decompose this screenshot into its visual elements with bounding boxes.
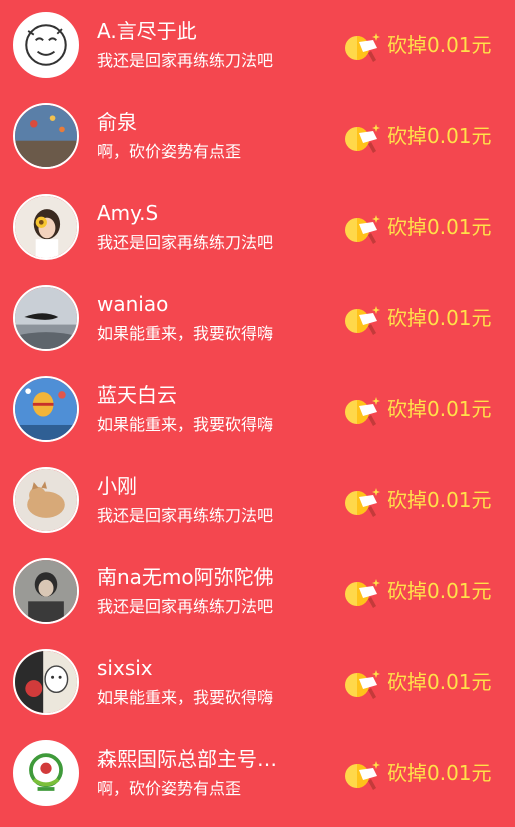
user-message: 如果能重来，我要砍得嗨 (97, 688, 274, 707)
knife-icon (343, 212, 383, 248)
knife-icon (343, 667, 383, 703)
list-item[interactable]: 小刚 我还是回家再练练刀法吧 砍掉0.01元 (0, 455, 515, 546)
user-message: 啊，砍价姿势有点歪 (97, 779, 242, 798)
user-message: 我还是回家再练练刀法吧 (97, 506, 274, 525)
knife-icon (343, 576, 383, 612)
knife-icon (343, 485, 383, 521)
balloon-landscape-avatar[interactable] (13, 103, 79, 169)
cat-avatar[interactable] (13, 467, 79, 533)
list-item[interactable]: Amy.S 我还是回家再练练刀法吧 砍掉0.01元 (0, 182, 515, 273)
user-message: 如果能重来，我要砍得嗨 (97, 324, 274, 343)
hot-air-balloons-avatar[interactable] (13, 376, 79, 442)
bargain-amount: 砍掉0.01元 (387, 761, 492, 785)
bargain-amount: 砍掉0.01元 (387, 124, 492, 148)
user-name: A.言尽于此 (97, 19, 197, 43)
user-name: Amy.S (97, 201, 159, 225)
knife-icon (343, 758, 383, 794)
user-name: 俞泉 (97, 110, 137, 134)
list-item[interactable]: 森熙国际总部主号… 啊，砍价姿势有点歪 砍掉0.01元 (0, 728, 515, 819)
bargain-amount: 砍掉0.01元 (387, 397, 492, 421)
list-item[interactable]: waniao 如果能重来，我要砍得嗨 砍掉0.01元 (0, 273, 515, 364)
user-name: 南na无mo阿弥陀佛 (97, 565, 274, 589)
list-item[interactable]: 南na无mo阿弥陀佛 我还是回家再练练刀法吧 砍掉0.01元 (0, 546, 515, 637)
user-message: 如果能重来，我要砍得嗨 (97, 415, 274, 434)
hand-sky-avatar[interactable] (13, 285, 79, 351)
knife-icon (343, 30, 383, 66)
user-name: waniao (97, 292, 169, 316)
bargain-amount: 砍掉0.01元 (387, 488, 492, 512)
user-name: 蓝天白云 (97, 383, 177, 407)
girl-sunflower-avatar[interactable] (13, 194, 79, 260)
user-name: 小刚 (97, 474, 137, 498)
bargain-amount: 砍掉0.01元 (387, 579, 492, 603)
list-item[interactable]: sixsix 如果能重来，我要砍得嗨 砍掉0.01元 (0, 637, 515, 728)
doodle-face-avatar[interactable] (13, 12, 79, 78)
user-name: sixsix (97, 656, 153, 680)
user-message: 我还是回家再练练刀法吧 (97, 597, 274, 616)
knife-icon (343, 303, 383, 339)
user-message: 我还是回家再练练刀法吧 (97, 51, 274, 70)
user-message: 我还是回家再练练刀法吧 (97, 233, 274, 252)
user-name: 森熙国际总部主号… (97, 747, 277, 771)
knife-icon (343, 394, 383, 430)
list-item[interactable]: A.言尽于此 我还是回家再练练刀法吧 砍掉0.01元 (0, 0, 515, 91)
bargain-amount: 砍掉0.01元 (387, 33, 492, 57)
list-item[interactable]: 蓝天白云 如果能重来，我要砍得嗨 砍掉0.01元 (0, 364, 515, 455)
bargain-amount: 砍掉0.01元 (387, 670, 492, 694)
bargain-amount: 砍掉0.01元 (387, 306, 492, 330)
green-logo-avatar[interactable] (13, 740, 79, 806)
bargain-amount: 砍掉0.01元 (387, 215, 492, 239)
bargain-helper-list: A.言尽于此 我还是回家再练练刀法吧 砍掉0.01元 俞泉 啊，砍价姿势有点歪 … (0, 0, 515, 827)
cartoon-rose-avatar[interactable] (13, 649, 79, 715)
person-photo-avatar[interactable] (13, 558, 79, 624)
knife-icon (343, 121, 383, 157)
user-message: 啊，砍价姿势有点歪 (97, 142, 242, 161)
list-item[interactable]: 俞泉 啊，砍价姿势有点歪 砍掉0.01元 (0, 91, 515, 182)
